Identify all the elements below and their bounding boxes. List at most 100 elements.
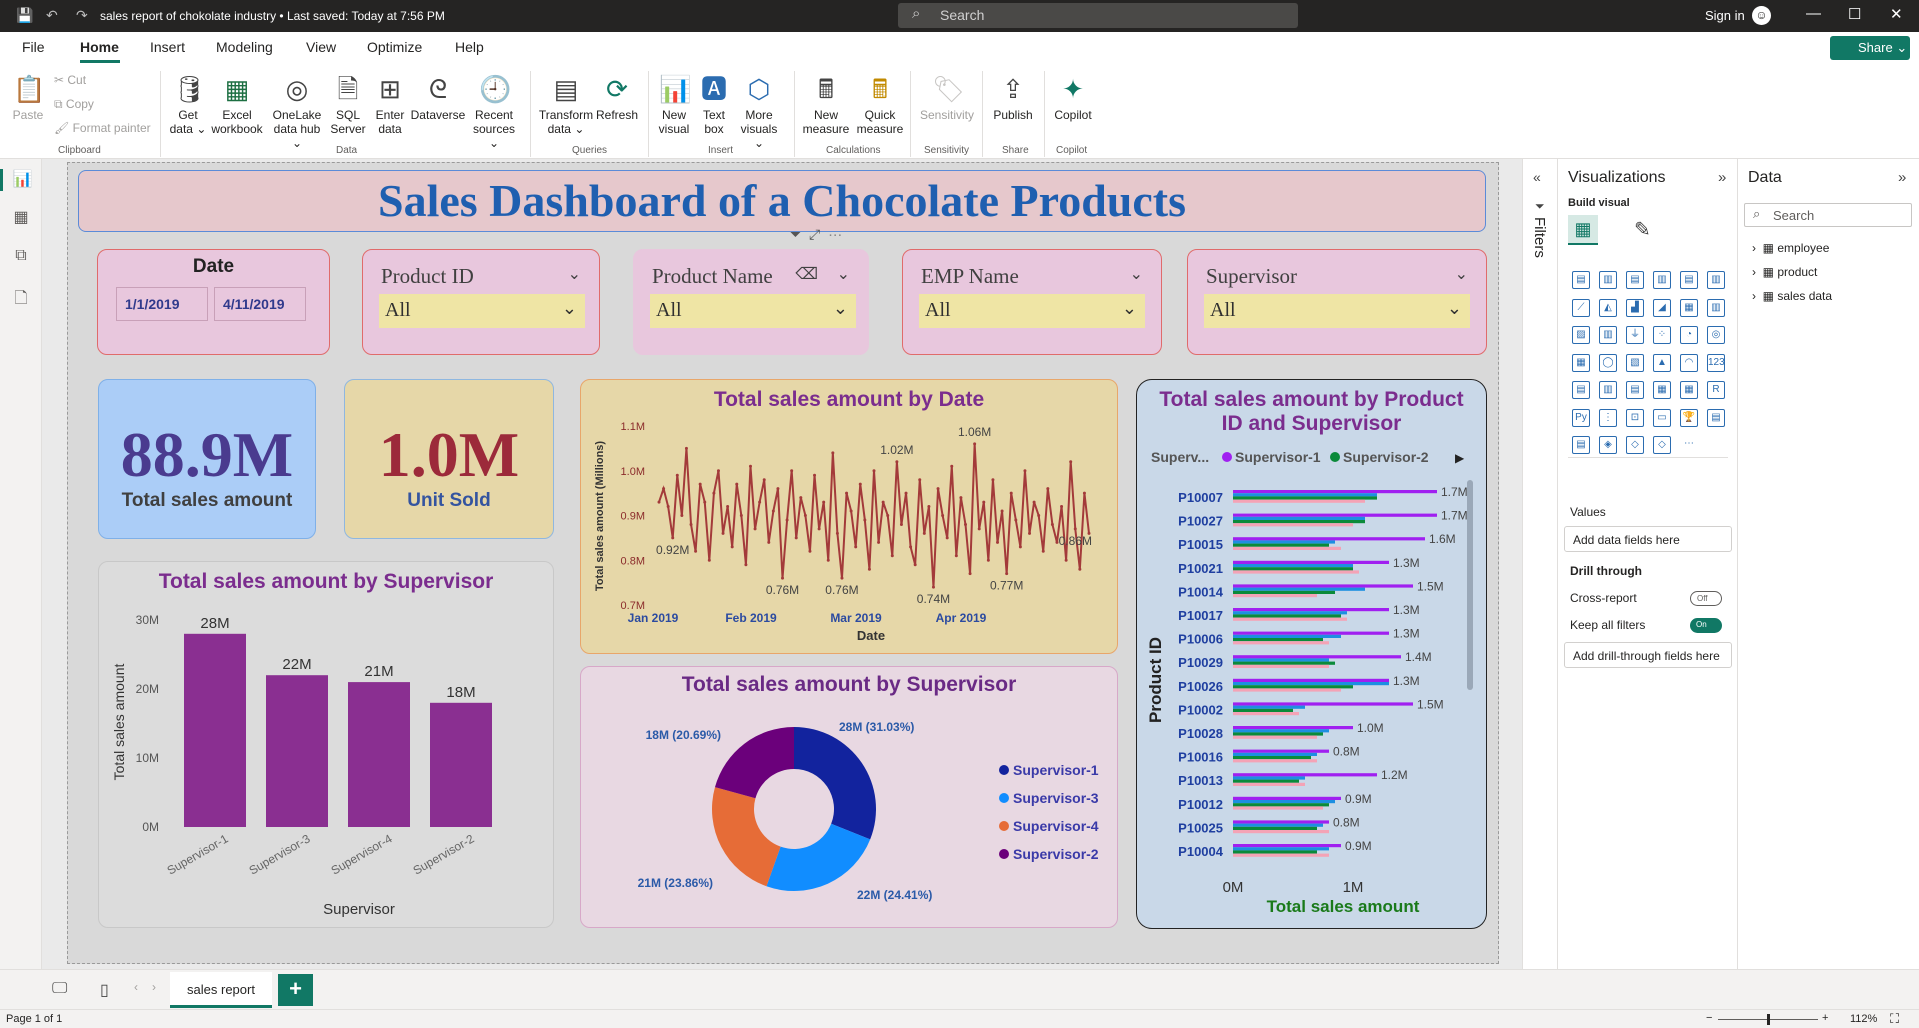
- copilot-button[interactable]: ✦ Copilot: [1050, 73, 1096, 122]
- copy-button[interactable]: ⧉ Copy: [54, 97, 94, 112]
- emp-name-dropdown[interactable]: All ⌄: [919, 294, 1145, 328]
- visual-type-icon[interactable]: ◇: [1653, 436, 1671, 454]
- format-painter-button[interactable]: 🖌 Format painter: [54, 121, 151, 135]
- refresh-button[interactable]: ⟳ Refresh: [594, 73, 640, 122]
- visual-type-icon[interactable]: ◔: [1680, 326, 1698, 344]
- product-id-dropdown[interactable]: All ⌄: [379, 294, 585, 328]
- visual-type-icon[interactable]: ⏚: [1626, 326, 1644, 344]
- zoom-out-icon[interactable]: −: [1706, 1012, 1712, 1024]
- sales-by-product-card[interactable]: Total sales amount by Product ID and Sup…: [1136, 379, 1487, 929]
- visual-type-icon[interactable]: ▟: [1626, 298, 1644, 317]
- visual-type-icon[interactable]: ▥: [1599, 381, 1617, 399]
- undo-icon[interactable]: ↶: [46, 7, 58, 24]
- more-visuals-button[interactable]: ⬡ More visuals ⌄: [736, 73, 782, 150]
- onelake-button[interactable]: ◎ OneLake data hub ⌄: [268, 73, 326, 150]
- sales-by-supervisor-donut-card[interactable]: Total sales amount by Supervisor 28M (31…: [580, 666, 1118, 928]
- supervisor-dropdown[interactable]: All ⌄: [1204, 294, 1470, 328]
- dax-query-icon[interactable]: 🗋: [10, 287, 32, 309]
- zoom-slider-thumb[interactable]: [1767, 1014, 1770, 1025]
- visual-type-icon[interactable]: ▲: [1653, 353, 1671, 372]
- sales-by-supervisor-bar-card[interactable]: Total sales amount by Supervisor 0M 10M 20…: [98, 561, 554, 928]
- publish-button[interactable]: ⇪ Publish: [990, 73, 1036, 122]
- visual-type-icon[interactable]: ▥: [1707, 298, 1725, 317]
- product-id-slicer[interactable]: Product ID ⌄ All ⌄: [362, 249, 600, 355]
- visual-type-icon[interactable]: ◯: [1599, 353, 1617, 372]
- table-sales-data[interactable]: › ▦ sales data: [1752, 289, 1832, 303]
- date-to-input[interactable]: 4/11/2019: [214, 287, 306, 321]
- date-from-input[interactable]: 1/1/2019: [116, 287, 208, 321]
- product-name-dropdown[interactable]: All ⌄: [650, 294, 856, 328]
- desktop-layout-icon[interactable]: 🖵: [52, 980, 67, 998]
- new-measure-button[interactable]: 🖩 New measure: [800, 73, 852, 136]
- paste-button[interactable]: 📋 Paste: [10, 73, 46, 122]
- data-search-input[interactable]: ⌕ Search: [1744, 203, 1912, 227]
- share-button[interactable]: Share ⌄: [1830, 36, 1910, 60]
- visual-type-icon[interactable]: ◠: [1680, 353, 1698, 372]
- previous-page-icon[interactable]: ‹: [134, 980, 138, 994]
- visual-type-icon[interactable]: ▤: [1572, 381, 1590, 399]
- visual-type-icon[interactable]: ⋯: [1680, 436, 1698, 454]
- page-tab-sales-report[interactable]: sales report: [170, 972, 272, 1008]
- visual-type-icon[interactable]: 🏆: [1680, 408, 1698, 427]
- visual-type-icon[interactable]: ◇: [1626, 436, 1644, 454]
- visual-type-icon[interactable]: ▨: [1572, 326, 1590, 344]
- visual-type-icon[interactable]: ▦: [1680, 298, 1698, 317]
- visual-type-icon[interactable]: ◭: [1599, 298, 1617, 317]
- total-sales-kpi-card[interactable]: 88.9M Total sales amount: [98, 379, 316, 539]
- product-name-slicer[interactable]: Product Name ⌫ ⌄ All ⌄: [633, 249, 869, 355]
- filter-icon[interactable]: ⏷: [790, 226, 801, 242]
- save-icon[interactable]: 💾: [16, 7, 33, 24]
- visual-type-icon[interactable]: ⊡: [1626, 408, 1644, 427]
- build-visual-icon[interactable]: ▦: [1568, 215, 1598, 245]
- menu-modeling[interactable]: Modeling: [216, 39, 273, 55]
- zoom-in-icon[interactable]: +: [1822, 1012, 1828, 1024]
- visual-type-icon[interactable]: ▦: [1680, 381, 1698, 399]
- transform-data-button[interactable]: ▤ Transform data ⌄: [538, 73, 594, 136]
- cut-button[interactable]: ✂ Cut: [54, 73, 86, 87]
- text-box-button[interactable]: 🅰 Text box: [696, 73, 732, 136]
- enter-data-button[interactable]: ⊞ Enter data: [370, 73, 410, 136]
- supervisor-slicer[interactable]: Supervisor ⌄ All ⌄: [1187, 249, 1487, 355]
- next-page-icon[interactable]: ›: [152, 980, 156, 994]
- table-product[interactable]: › ▦ product: [1752, 265, 1817, 279]
- dashboard-title-card[interactable]: Sales Dashboard of a Chocolate Products: [78, 170, 1486, 232]
- mobile-layout-icon[interactable]: ▯: [100, 980, 109, 1000]
- unit-sold-kpi-card[interactable]: 1.0M Unit Sold: [344, 379, 554, 539]
- visual-type-icon[interactable]: ▥: [1599, 271, 1617, 289]
- search-box[interactable]: ⌕ Search: [898, 3, 1298, 28]
- quick-measure-button[interactable]: 🖩 Quick measure: [854, 73, 906, 136]
- format-visual-icon[interactable]: ✎: [1634, 217, 1651, 242]
- add-drill-through-button[interactable]: Add drill-through fields here: [1564, 642, 1732, 668]
- chevron-down-icon[interactable]: ⌄: [568, 264, 581, 284]
- visual-type-icon[interactable]: ▤: [1572, 436, 1590, 454]
- visual-type-icon[interactable]: ◎: [1707, 326, 1725, 344]
- redo-icon[interactable]: ↷: [76, 7, 88, 24]
- visual-type-icon[interactable]: ▥: [1653, 271, 1671, 289]
- close-icon[interactable]: ✕: [1890, 5, 1903, 23]
- menu-help[interactable]: Help: [455, 39, 484, 55]
- visual-type-icon[interactable]: ◈: [1599, 436, 1617, 454]
- expand-icon[interactable]: »: [1718, 169, 1726, 186]
- visual-type-icon[interactable]: ⋮: [1599, 408, 1617, 427]
- more-options-icon[interactable]: ⋯: [828, 226, 842, 242]
- filters-pane[interactable]: « ⏷ Filters: [1522, 159, 1558, 969]
- visual-type-icon[interactable]: ⟋: [1572, 298, 1590, 317]
- emp-name-slicer[interactable]: EMP Name ⌄ All ⌄: [902, 249, 1162, 355]
- chevron-down-icon[interactable]: ⌄: [1130, 264, 1143, 284]
- visual-type-icon[interactable]: ▤: [1707, 408, 1725, 427]
- keep-filters-toggle[interactable]: On: [1690, 618, 1722, 633]
- menu-view[interactable]: View: [306, 39, 336, 55]
- sign-in-link[interactable]: Sign in: [1705, 8, 1745, 23]
- visual-type-icon[interactable]: ▦: [1653, 381, 1671, 399]
- sql-server-button[interactable]: 🗎 SQL Server: [328, 73, 368, 136]
- table-view-icon[interactable]: ▦: [10, 207, 32, 229]
- visual-type-icon[interactable]: ▧: [1626, 353, 1644, 372]
- menu-insert[interactable]: Insert: [150, 39, 185, 55]
- sales-by-date-card[interactable]: Total sales amount by Date 0.7M 0.8M 0.9M 1…: [580, 379, 1118, 654]
- focus-mode-icon[interactable]: ⤢: [809, 226, 820, 242]
- add-page-button[interactable]: +: [278, 974, 313, 1006]
- eraser-icon[interactable]: ⌫: [795, 264, 818, 284]
- chevron-down-icon[interactable]: ⌄: [837, 264, 850, 284]
- dataverse-button[interactable]: ᘓ Dataverse: [410, 73, 466, 122]
- collapse-icon[interactable]: «: [1533, 169, 1541, 185]
